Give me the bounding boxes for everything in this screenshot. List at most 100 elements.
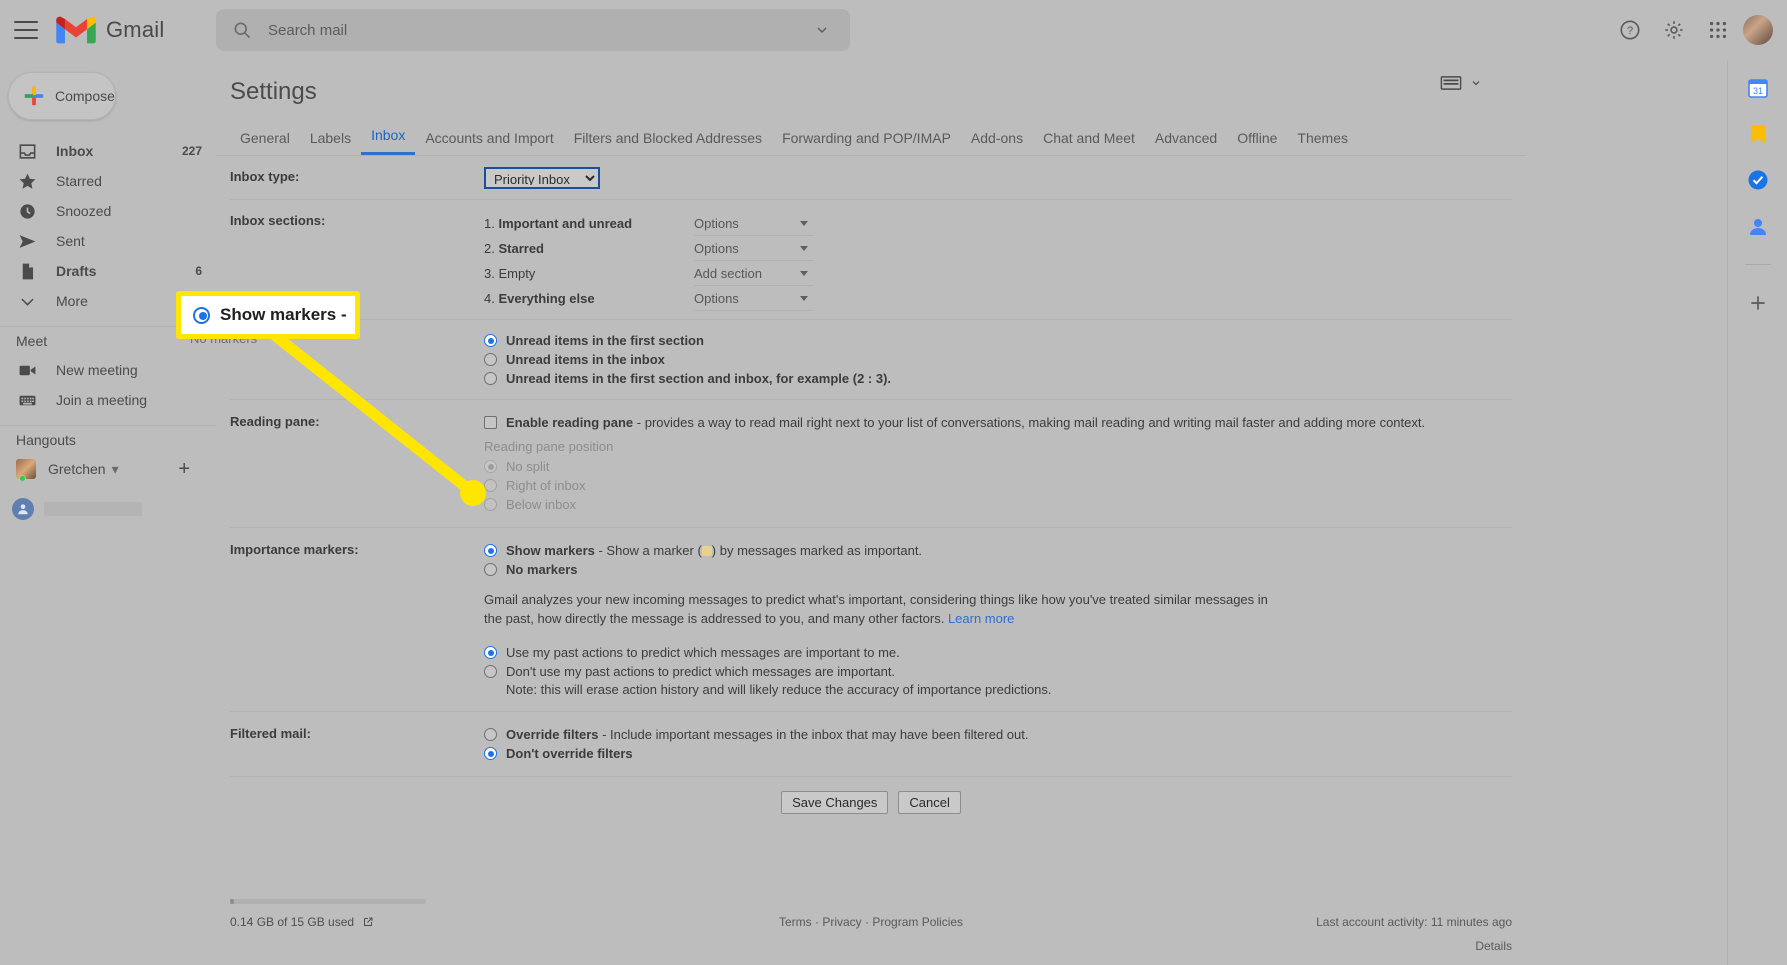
- open-in-new-icon[interactable]: [362, 916, 374, 928]
- hangouts-user-name: Gretchen: [48, 461, 106, 477]
- section-options-label: Options: [694, 215, 739, 231]
- section-number: 4.: [484, 291, 495, 306]
- section-options-dropdown[interactable]: Options: [694, 211, 814, 236]
- display-density-button[interactable]: [1440, 76, 1482, 90]
- sidebar-item-starred[interactable]: Starred: [0, 166, 216, 196]
- unread-option-label: Unread items in the inbox: [506, 352, 665, 367]
- google-contacts-icon[interactable]: [1746, 214, 1770, 238]
- checkbox-enable-reading-pane[interactable]: [484, 416, 497, 429]
- radio-show-markers[interactable]: [484, 544, 497, 557]
- position-label: Right of inbox: [506, 478, 586, 493]
- help-button[interactable]: ?: [1611, 11, 1649, 49]
- tab-general[interactable]: General: [230, 130, 300, 155]
- unread-option-both[interactable]: Unread items in the first section and in…: [484, 370, 1512, 387]
- storage-usage-text: 0.14 GB of 15 GB used: [230, 915, 374, 929]
- person-icon: [18, 504, 28, 515]
- save-changes-button[interactable]: Save Changes: [781, 791, 889, 814]
- google-apps-button[interactable]: [1699, 11, 1737, 49]
- privacy-link[interactable]: Privacy: [822, 915, 861, 929]
- enable-reading-pane-desc: - provides a way to read mail right next…: [633, 415, 1426, 430]
- importance-option-no-markers[interactable]: No markers: [484, 561, 1512, 578]
- importance-marker-icon: [701, 546, 712, 556]
- sidebar-item-new-meeting[interactable]: New meeting: [0, 355, 216, 385]
- unread-option-label: Unread items in the first section and in…: [506, 371, 892, 386]
- tab-labels[interactable]: Labels: [300, 130, 361, 155]
- sidebar-item-snoozed[interactable]: Snoozed: [0, 196, 216, 226]
- google-calendar-icon[interactable]: 31: [1746, 76, 1770, 100]
- section-number: 3.: [484, 266, 495, 281]
- tab-themes[interactable]: Themes: [1287, 130, 1358, 155]
- footer-account-activity: Last account activity: 11 minutes ago De…: [1316, 915, 1512, 953]
- radio-dont-override-filters[interactable]: [484, 747, 497, 760]
- hangouts-user-row[interactable]: Gretchen ▾ +: [0, 454, 216, 484]
- radio-dont-use-past-actions[interactable]: [484, 665, 497, 678]
- tab-forwarding-and-pop-imap[interactable]: Forwarding and POP/IMAP: [772, 130, 961, 155]
- search-bar[interactable]: Search mail: [216, 9, 850, 51]
- density-icon: [1440, 76, 1462, 90]
- section-options-dropdown[interactable]: Options: [694, 236, 814, 261]
- program-policies-link[interactable]: Program Policies: [872, 915, 963, 929]
- position-label: No split: [506, 459, 550, 474]
- unread-option-first-section[interactable]: Unread items in the first section: [484, 332, 1512, 349]
- tab-add-ons[interactable]: Add-ons: [961, 130, 1033, 155]
- page-title: Settings: [230, 78, 317, 105]
- prediction-note: Note: this will erase action history and…: [506, 682, 1052, 697]
- search-options-chevron-down-icon[interactable]: [814, 22, 830, 38]
- hangouts-add-button[interactable]: +: [178, 458, 190, 481]
- svg-text:31: 31: [1752, 86, 1762, 96]
- setting-row-inbox-type: Inbox type: Priority Inbox: [230, 156, 1512, 200]
- radio-use-past-actions[interactable]: [484, 646, 497, 659]
- sidebar-item-drafts[interactable]: Drafts 6: [0, 256, 216, 286]
- reading-pane-position-no-split: No split: [484, 458, 1512, 475]
- sidebar-item-label: Drafts: [56, 263, 97, 279]
- tab-advanced[interactable]: Advanced: [1145, 130, 1227, 155]
- sidebar-item-join-meeting[interactable]: Join a meeting: [0, 385, 216, 415]
- radio-override-filters[interactable]: [484, 728, 497, 741]
- importance-explainer-paragraph: Gmail analyzes your new incoming message…: [484, 590, 1284, 628]
- gear-icon: [1665, 21, 1683, 39]
- section-options-dropdown[interactable]: Options: [694, 286, 814, 311]
- section-add-dropdown[interactable]: Add section: [694, 261, 814, 286]
- prediction-option-dont-use-past[interactable]: Don't use my past actions to predict whi…: [484, 663, 1512, 680]
- section-name: 4. Everything else: [484, 291, 694, 306]
- activity-details-link[interactable]: Details: [1316, 939, 1512, 953]
- sidebar-item-label: Snoozed: [56, 203, 112, 219]
- filtered-option-dont-override[interactable]: Don't override filters: [484, 745, 1512, 762]
- google-keep-icon[interactable]: [1746, 122, 1770, 146]
- keyboard-icon: [16, 389, 38, 411]
- section-title: Everything else: [498, 291, 595, 306]
- add-ons-plus-icon[interactable]: [1746, 291, 1770, 315]
- chevron-down-icon: [16, 290, 38, 312]
- unread-option-inbox[interactable]: Unread items in the inbox: [484, 351, 1512, 368]
- settings-button[interactable]: [1655, 11, 1693, 49]
- compose-button[interactable]: Compose: [8, 72, 116, 120]
- radio-unread-both[interactable]: [484, 372, 497, 385]
- tab-accounts-and-import[interactable]: Accounts and Import: [415, 130, 563, 155]
- chevron-down-icon: [1472, 81, 1480, 86]
- radio-unread-first-section[interactable]: [484, 334, 497, 347]
- search-input[interactable]: Search mail: [268, 22, 347, 39]
- sidebar-item-sent[interactable]: Sent: [0, 226, 216, 256]
- tab-filters-and-blocked-addresses[interactable]: Filters and Blocked Addresses: [564, 130, 772, 155]
- inbox-type-select[interactable]: Priority Inbox: [484, 167, 600, 189]
- importance-option-show-markers[interactable]: Show markers - Show a marker () by messa…: [484, 542, 1512, 559]
- terms-link[interactable]: Terms: [779, 915, 812, 929]
- sidebar-item-inbox[interactable]: Inbox 227: [0, 136, 216, 166]
- radio-unread-inbox[interactable]: [484, 353, 497, 366]
- enable-reading-pane-row[interactable]: Enable reading pane - provides a way to …: [484, 414, 1512, 431]
- filtered-option-override[interactable]: Override filters - Include important mes…: [484, 726, 1512, 743]
- gmail-logo[interactable]: Gmail: [56, 15, 164, 45]
- learn-more-link[interactable]: Learn more: [948, 611, 1014, 626]
- tab-chat-and-meet[interactable]: Chat and Meet: [1033, 130, 1145, 155]
- main-menu-icon[interactable]: [14, 21, 38, 39]
- hangouts-contact-row[interactable]: [0, 492, 216, 526]
- account-avatar[interactable]: [1743, 15, 1773, 45]
- google-tasks-icon[interactable]: [1746, 168, 1770, 192]
- tab-inbox[interactable]: Inbox: [361, 127, 416, 155]
- hangouts-status-caret-icon[interactable]: ▾: [112, 461, 119, 478]
- radio-no-markers[interactable]: [484, 563, 497, 576]
- prediction-option-use-past[interactable]: Use my past actions to predict which mes…: [484, 644, 1512, 661]
- cancel-button[interactable]: Cancel: [898, 791, 961, 814]
- tab-offline[interactable]: Offline: [1227, 130, 1287, 155]
- setting-row-filtered-mail: Filtered mail: Override filters - Includ…: [230, 712, 1512, 777]
